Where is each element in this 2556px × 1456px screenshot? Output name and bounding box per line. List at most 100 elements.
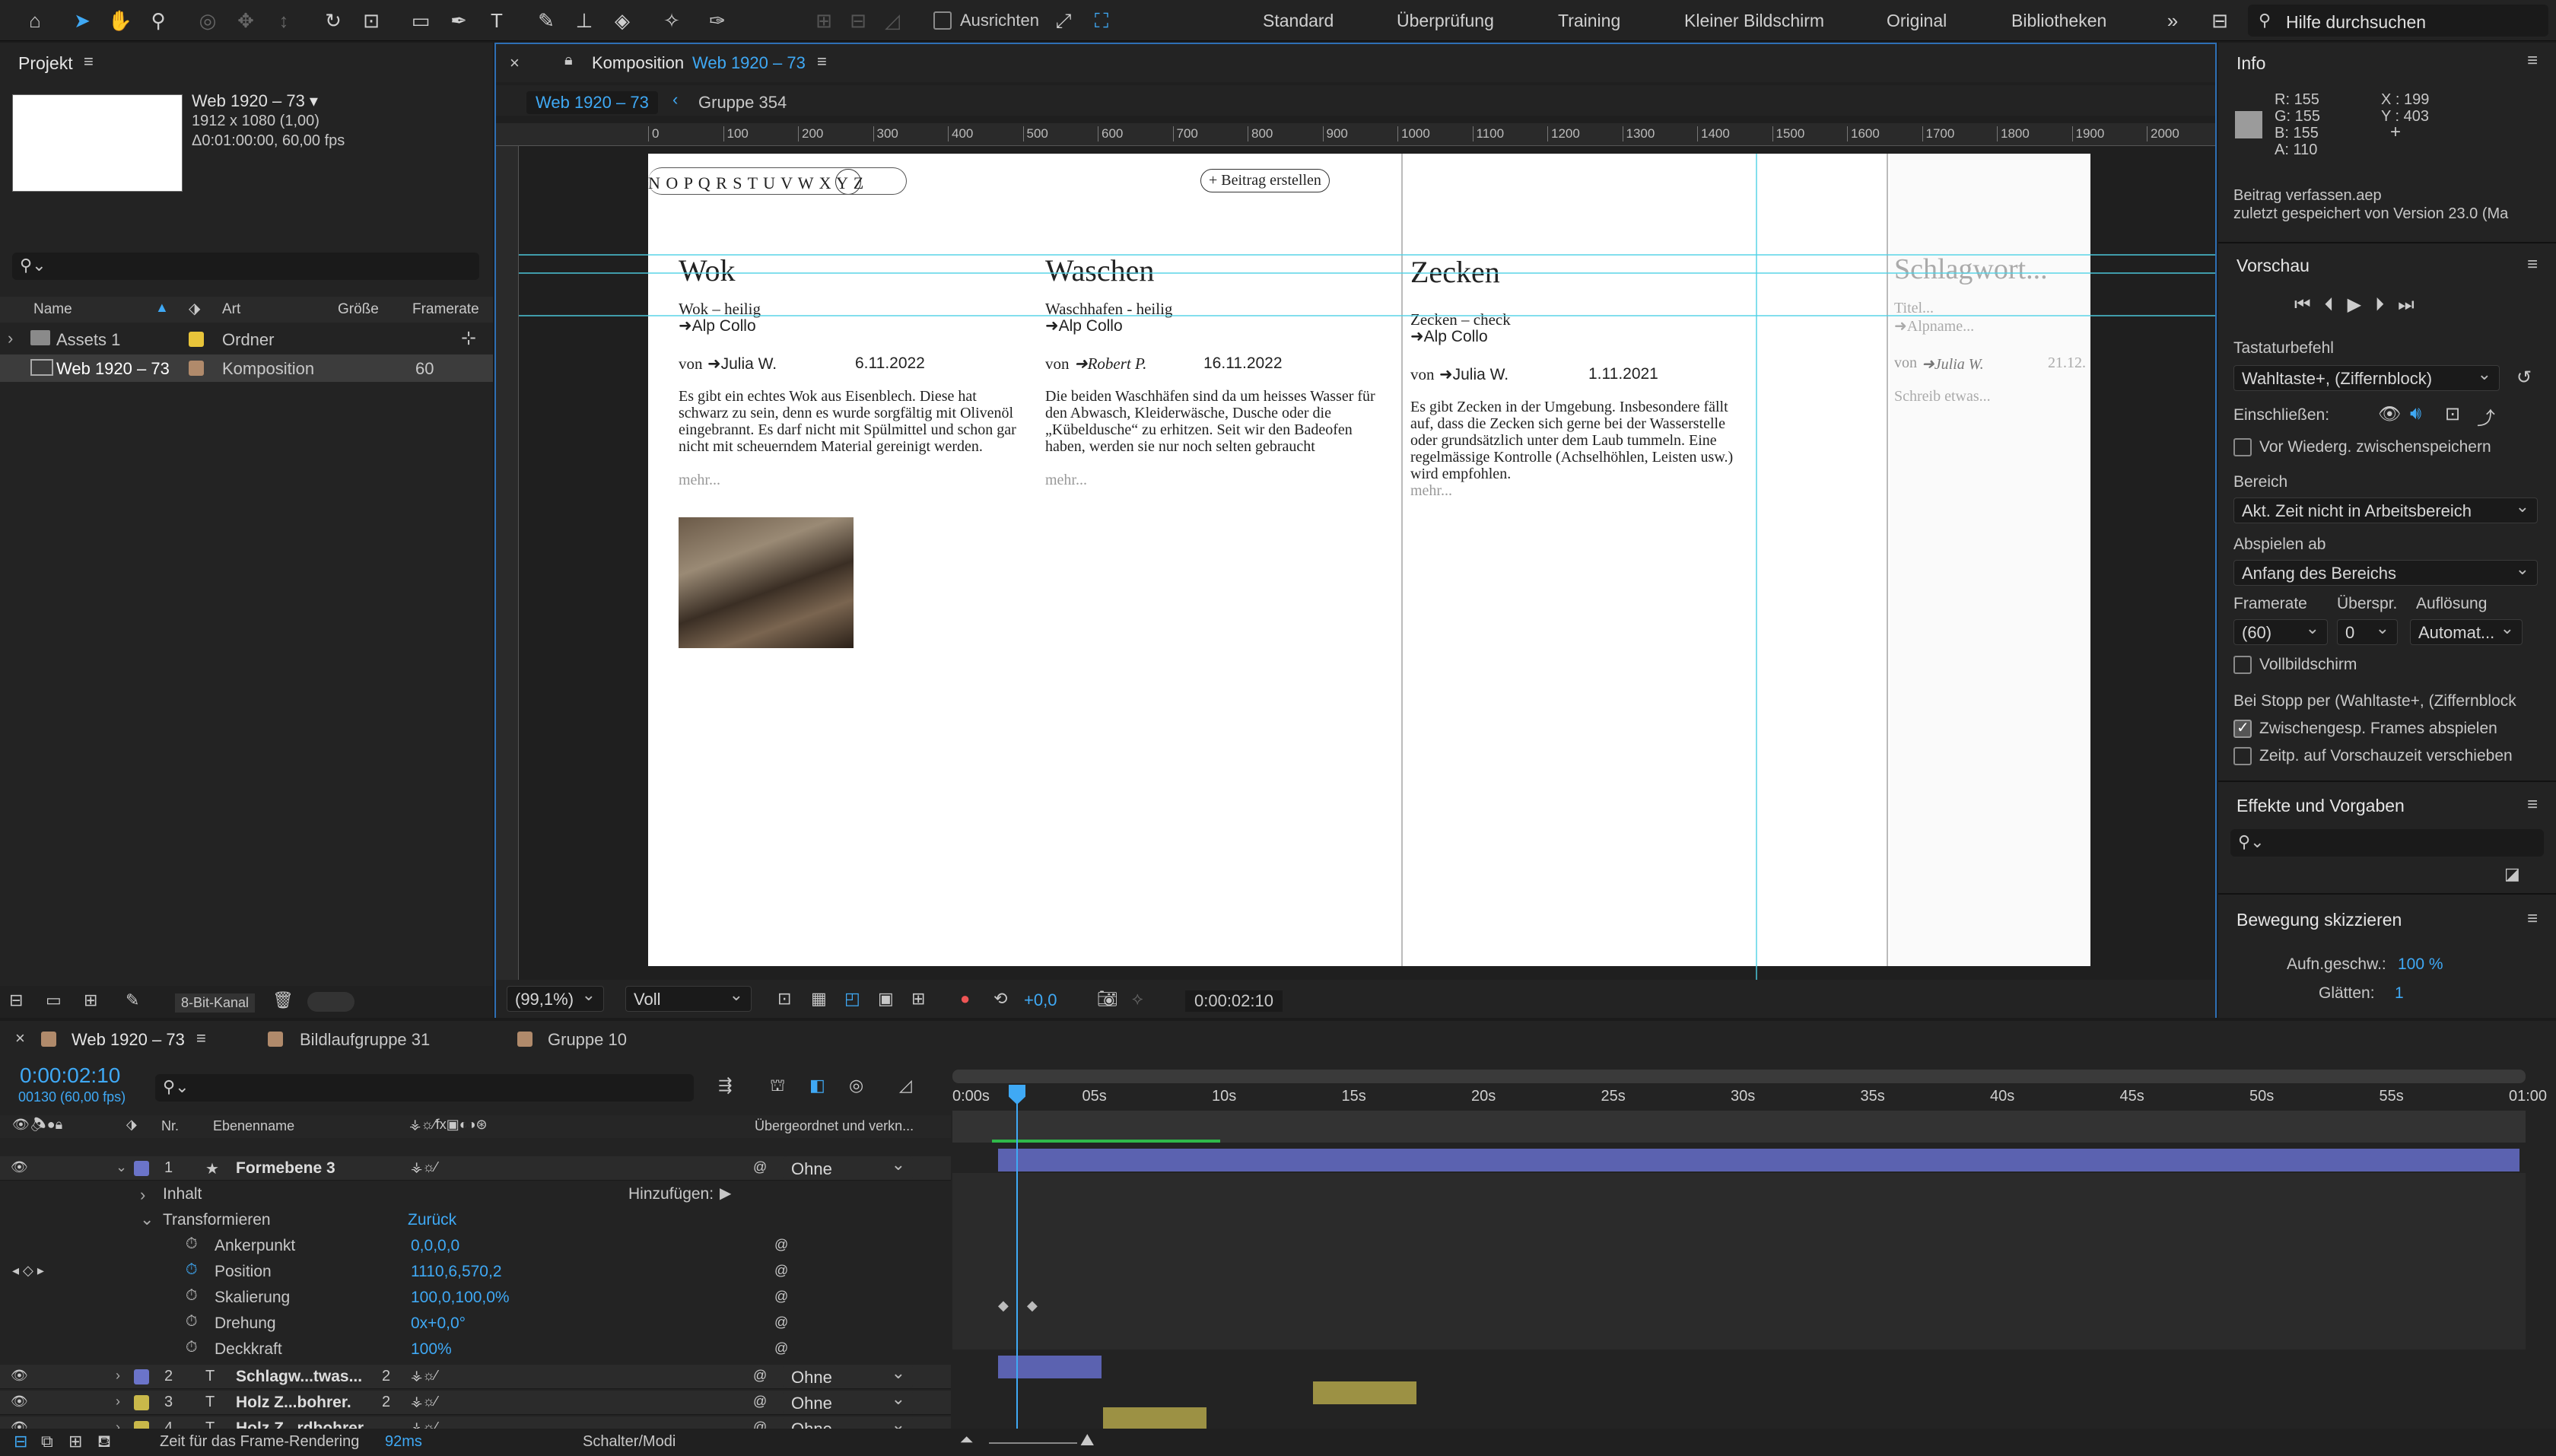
layer-row[interactable]: 👁︎ ⌄ 1 ★ Formebene 3 ⚶☼⁄ @ Ohne [0,1155,951,1181]
col-type[interactable]: Art [222,301,240,318]
workspace-tab[interactable]: Standard [1263,11,1334,31]
new-preset-icon[interactable]: ◪ [2504,864,2520,884]
shy-layers-icon[interactable]: ◧ [809,1076,825,1095]
zoom-slider[interactable] [989,1442,1077,1444]
property-group-content[interactable]: › Inhalt Hinzufügen: ▶ [0,1182,951,1206]
interpret-footage-icon[interactable]: ⊟ [9,990,23,1010]
eye-icon[interactable]: 👁︎ [11,1368,28,1384]
property-value[interactable]: 0x+0,0° [411,1315,466,1333]
comp-tab-label[interactable]: Komposition [592,53,684,73]
show-snapshot-icon[interactable]: ⟡ [1132,989,1143,1009]
col-name[interactable]: Name [33,301,72,318]
label-color[interactable] [134,1369,149,1384]
snap-options-icon[interactable]: ⤢ [1050,8,1077,33]
project-item-name[interactable]: Web 1920 – 73 ▾ [192,91,318,111]
zoom-dropdown[interactable]: (99,1%) [507,985,604,1012]
layer-row[interactable]: 👁︎ › 3 T Holz Z...bohrer. 2 ⚶☼⁄ @ Ohne [0,1389,951,1415]
snap-target-icon[interactable]: ⛶ [1088,8,1115,33]
eraser-tool-icon[interactable]: ◈ [609,8,636,33]
play-icon[interactable]: ▶ [2348,294,2375,315]
pen-tool-icon[interactable]: ✒ [445,8,472,33]
create-post-button[interactable]: + Beitrag erstellen [1200,169,1330,192]
close-icon[interactable]: × [510,53,520,73]
switches-icons[interactable]: ⚶☼⁄ [411,1368,437,1384]
workspace-tab[interactable]: Original [1887,11,1947,31]
workspace-tab[interactable]: Training [1558,11,1620,31]
stopwatch-icon[interactable]: ⏱ [186,1235,198,1253]
shift-time-checkbox[interactable] [2233,747,2252,765]
timeline-tab[interactable]: Gruppe 10 [548,1030,627,1050]
layer-bar-3[interactable] [1313,1381,1416,1404]
flowchart-icon[interactable]: ⊹ [461,327,476,349]
region-of-interest-icon[interactable]: ⊡ [777,989,791,1009]
zoom-out-icon[interactable]: ⏶ [960,1430,974,1450]
resolution-dropdown[interactable]: Automat... [2410,618,2523,645]
transparency-grid-icon[interactable]: ▦ [811,989,827,1009]
property-value[interactable]: 0,0,0,0 [411,1237,459,1255]
property-value[interactable]: 100% [411,1340,452,1359]
panel-menu-icon[interactable]: ≡ [196,1028,206,1048]
timeline-tab[interactable]: Bildlaufgruppe 31 [300,1030,430,1050]
layer-bar-1[interactable] [998,1149,2519,1171]
shortcut-dropdown[interactable]: Wahltaste+, (Ziffernblock) [2233,364,2500,391]
rectangle-tool-icon[interactable]: ▭ [407,8,434,33]
property-row[interactable]: ⏱ Skalierung 100,0,100,0% @ [0,1286,951,1310]
property-row[interactable]: ◂ ◇ ▸ ⏱ Position 1110,6,570,2 @ [0,1260,951,1284]
workspace-tab[interactable]: Kleiner Bildschirm [1684,11,1824,31]
property-group-transform[interactable]: ⌄ Transformieren Zurück [0,1208,951,1232]
chevron-right-icon[interactable]: › [116,1394,120,1410]
col-size[interactable]: Größe [338,301,379,318]
workspace-tab[interactable]: Überprüfung [1397,11,1494,31]
pick-whip-icon[interactable]: @ [774,1237,788,1253]
chevron-right-icon[interactable]: › [140,1185,145,1205]
panel-menu-icon[interactable]: ≡ [817,52,827,72]
rotate-tool-icon[interactable]: ↻ [320,8,347,33]
playhead[interactable] [1016,1085,1018,1433]
col-fps[interactable]: Framerate [412,301,479,318]
panel-menu-icon[interactable]: ≡ [2527,908,2538,930]
axis-world-icon[interactable]: ⊟ [844,8,872,33]
current-time[interactable]: 0:00:02:10 [20,1063,120,1088]
new-comp-icon[interactable]: ⊞ [84,990,97,1010]
timeline-search-input[interactable]: ⚲⌄ [155,1074,694,1102]
render-queue-icon[interactable]: ✎ [126,990,139,1010]
pick-whip-icon[interactable]: @ [774,1315,788,1330]
type-tool-icon[interactable]: T [483,8,510,33]
more-workspaces-icon[interactable]: » [2159,8,2186,33]
play-from-dropdown[interactable]: Anfang des Bereichs [2233,559,2538,586]
label-color[interactable] [134,1395,149,1410]
post-body[interactable]: Schreib etwas... [1894,388,1991,405]
grid-icon[interactable]: ⊞ [911,989,925,1009]
speed-value[interactable]: 100 % [2398,955,2443,974]
range-dropdown[interactable]: Akt. Zeit nicht in Arbeitsbereich [2233,497,2538,523]
overlay-icon[interactable]: ⊡ [2445,403,2460,425]
workspace-tab[interactable]: Bibliotheken [2011,11,2106,31]
help-search[interactable]: ⚲ Hilfe durchsuchen [2248,5,2548,37]
brush-tool-icon[interactable]: ✎ [532,8,560,33]
safe-margins-icon[interactable]: ▣ [878,989,894,1009]
audio-icon[interactable]: 🔊︎ [2410,403,2421,424]
snap-checkbox[interactable] [933,11,952,30]
selection-tool-icon[interactable]: ➤ [68,8,96,33]
external-monitor-icon[interactable]: ⤴ [2477,403,2495,430]
zoom-in-icon[interactable]: ⛰ [1080,1430,1094,1450]
home-icon[interactable]: ⌂ [21,8,49,33]
last-frame-icon[interactable]: ⏭ [2398,294,2428,315]
lock-icon[interactable]: 🔒︎ [564,52,573,69]
keyframe-nav-icon[interactable]: ◂ ◇ ▸ [12,1263,44,1279]
smooth-value[interactable]: 1 [2395,984,2404,1003]
eye-icon[interactable]: 👁︎ [11,1159,28,1175]
expand-icon[interactable]: › [8,329,13,348]
close-icon[interactable]: × [15,1028,25,1048]
effects-search-input[interactable]: ⚲⌄ [2230,829,2544,857]
pick-whip-icon[interactable]: @ [774,1340,788,1356]
col-layer-name[interactable]: Ebenenname [213,1118,294,1134]
comp-timecode[interactable]: 0:00:02:10 [1185,990,1283,1012]
next-frame-icon[interactable]: ⏵ [2375,294,2398,315]
chevron-right-icon[interactable]: › [116,1368,120,1384]
exposure-value[interactable]: +0,0 [1024,990,1057,1010]
draft-3d-icon[interactable]: ⛫ [770,1076,785,1098]
property-row[interactable]: ⏱ Ankerpunkt 0,0,0,0 @ [0,1234,951,1258]
property-row[interactable]: ⏱ Drehung 0x+0,0° @ [0,1311,951,1336]
eye-icon[interactable]: 👁︎ [2378,403,2401,425]
